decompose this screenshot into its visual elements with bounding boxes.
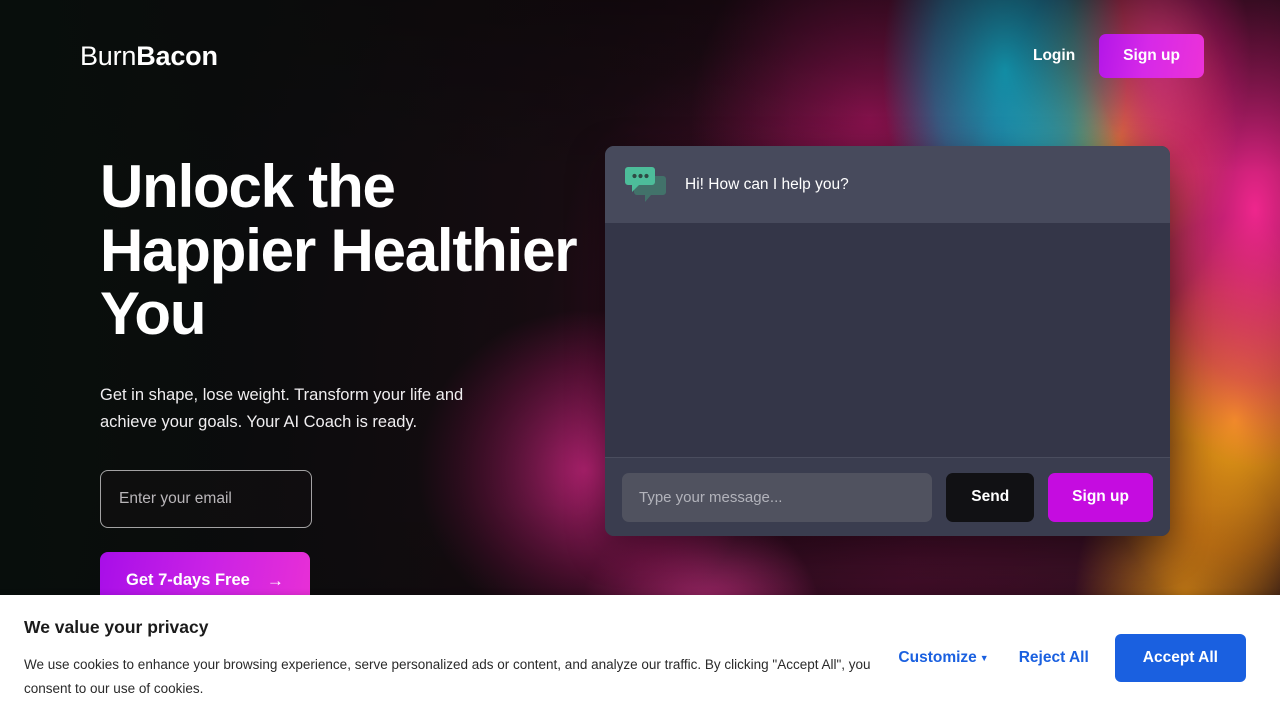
chat-message-input[interactable] — [622, 472, 933, 522]
chat-bubble-icon — [625, 165, 669, 205]
cookie-banner-title: We value your privacy — [24, 617, 209, 638]
landing-page: BurnBacon Login Sign up Unlock the Happi… — [0, 0, 1280, 720]
chevron-down-icon: ▼ — [979, 653, 989, 663]
cookie-banner-description: We use cookies to enhance your browsing … — [24, 657, 871, 696]
chat-composer: Send Sign up — [605, 457, 1170, 536]
send-button[interactable]: Send — [946, 472, 1035, 522]
nav-signup-button[interactable]: Sign up — [1099, 34, 1204, 78]
cta-label: Get 7-days Free — [126, 571, 250, 590]
customize-label: Customize — [898, 648, 977, 666]
reject-all-button[interactable]: Reject All — [1015, 643, 1093, 673]
arrow-right-icon: → — [266, 571, 284, 591]
email-input[interactable] — [100, 470, 312, 529]
chat-greeting-message: Hi! How can I help you? — [685, 175, 849, 193]
login-link[interactable]: Login — [1027, 39, 1081, 73]
page-title: Unlock the Happier Healthier You — [100, 153, 578, 348]
cookie-consent-banner: We value your privacy We use cookies to … — [0, 595, 1280, 720]
cookie-banner-actions: Customize ▼ Reject All Accept All — [894, 633, 1254, 682]
brand-logo-second: Bacon — [136, 40, 218, 71]
hero-section: Unlock the Happier Healthier You Get in … — [100, 153, 620, 610]
chat-message-list — [605, 223, 1170, 457]
chat-signup-button[interactable]: Sign up — [1048, 472, 1153, 522]
accept-all-button[interactable]: Accept All — [1114, 633, 1246, 682]
chat-widget-header: Hi! How can I help you? — [605, 146, 1170, 223]
top-navigation-bar: BurnBacon Login Sign up — [0, 0, 1280, 112]
hero-subtitle: Get in shape, lose weight. Transform you… — [100, 385, 464, 431]
brand-logo[interactable]: BurnBacon — [80, 41, 218, 72]
customize-cookies-button[interactable]: Customize ▼ — [894, 643, 992, 673]
nav-actions: Login Sign up — [1027, 34, 1204, 78]
brand-logo-first: Burn — [80, 40, 137, 71]
cookie-banner-content: We value your privacy We use cookies to … — [24, 615, 884, 699]
chat-widget: Hi! How can I help you? Send Sign up — [605, 146, 1170, 536]
